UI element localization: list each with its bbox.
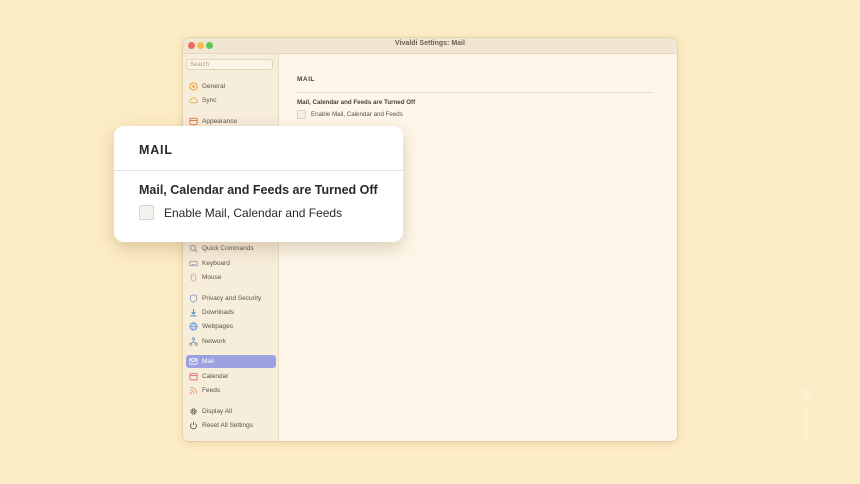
settings-content: MAIL Mail, Calendar and Feeds are Turned… — [279, 54, 677, 441]
sidebar-item-label: Mail — [202, 358, 214, 365]
power-icon — [189, 421, 198, 430]
sidebar-item-network[interactable]: Network — [186, 335, 276, 348]
cloud-icon — [189, 96, 198, 105]
rss-icon — [189, 386, 198, 395]
vivaldi-logo-icon — [801, 386, 811, 404]
zoom-divider — [114, 170, 403, 171]
settings-sidebar: Search General Sync Appearance Quick Com… — [183, 54, 279, 441]
appearance-icon — [189, 117, 198, 126]
sidebar-item-label: Webpages — [202, 323, 233, 330]
keyboard-icon — [189, 259, 198, 268]
quick-commands-icon — [189, 244, 198, 253]
sidebar-item-sync[interactable]: Sync — [186, 94, 276, 107]
enable-mail-row[interactable]: Enable Mail, Calendar and Feeds — [297, 110, 403, 119]
globe-icon — [189, 322, 198, 331]
sidebar-item-general[interactable]: General — [186, 80, 276, 93]
watermark-text: VIVALDI — [802, 406, 810, 440]
sidebar-item-webpages[interactable]: Webpages — [186, 320, 276, 333]
download-icon — [189, 308, 198, 317]
enable-mail-label[interactable]: Enable Mail, Calendar and Feeds — [311, 111, 403, 118]
sidebar-item-label: Reset All Settings — [202, 422, 253, 429]
section-heading: MAIL — [297, 76, 315, 83]
sidebar-item-keyboard[interactable]: Keyboard — [186, 257, 276, 270]
mouse-icon — [189, 273, 198, 282]
zoom-callout: MAIL Mail, Calendar and Feeds are Turned… — [114, 126, 403, 242]
zoom-enable-mail-checkbox[interactable] — [139, 205, 154, 220]
zoom-enable-mail-label[interactable]: Enable Mail, Calendar and Feeds — [164, 206, 342, 220]
network-icon — [189, 337, 198, 346]
section-divider — [297, 92, 653, 93]
mail-icon — [189, 357, 198, 366]
sidebar-item-privacy[interactable]: Privacy and Security — [186, 292, 276, 305]
window-title: Vivaldi Settings: Mail — [395, 40, 465, 47]
sidebar-item-calendar[interactable]: Calendar — [186, 370, 276, 383]
sidebar-item-label: Keyboard — [202, 260, 230, 267]
sidebar-item-quick-commands[interactable]: Quick Commands — [186, 242, 276, 255]
search-input[interactable]: Search — [186, 59, 273, 70]
gear-icon — [189, 407, 198, 416]
zoom-section-subtitle: Mail, Calendar and Feeds are Turned Off — [139, 183, 378, 197]
sidebar-item-feeds[interactable]: Feeds — [186, 384, 276, 397]
sidebar-item-mouse[interactable]: Mouse — [186, 271, 276, 284]
sidebar-item-label: Sync — [202, 97, 217, 104]
sidebar-item-label: Quick Commands — [202, 245, 254, 252]
zoom-section-heading: MAIL — [139, 143, 173, 157]
sidebar-item-label: General — [202, 83, 226, 90]
sidebar-item-label: Calendar — [202, 373, 229, 380]
vivaldi-watermark: VIVALDI — [796, 386, 816, 446]
sidebar-item-mail[interactable]: Mail — [186, 355, 276, 368]
sidebar-item-label: Network — [202, 338, 226, 345]
sidebar-item-label: Privacy and Security — [202, 295, 262, 302]
sidebar-item-reset[interactable]: Reset All Settings — [186, 419, 276, 432]
sidebar-item-label: Feeds — [202, 387, 221, 394]
enable-mail-checkbox[interactable] — [297, 110, 306, 119]
sidebar-item-label: Downloads — [202, 309, 235, 316]
title-bar: Vivaldi Settings: Mail — [183, 38, 677, 54]
sidebar-item-label: Display All — [202, 408, 232, 415]
sidebar-item-label: Appearance — [202, 118, 238, 125]
zoom-enable-mail-row[interactable]: Enable Mail, Calendar and Feeds — [139, 205, 342, 220]
calendar-icon — [189, 372, 198, 381]
sidebar-item-downloads[interactable]: Downloads — [186, 306, 276, 319]
section-subtitle: Mail, Calendar and Feeds are Turned Off — [297, 99, 416, 106]
general-icon — [189, 82, 198, 91]
shield-icon — [189, 294, 198, 303]
sidebar-item-display-all[interactable]: Display All — [186, 405, 276, 418]
sidebar-item-label: Mouse — [202, 274, 222, 281]
